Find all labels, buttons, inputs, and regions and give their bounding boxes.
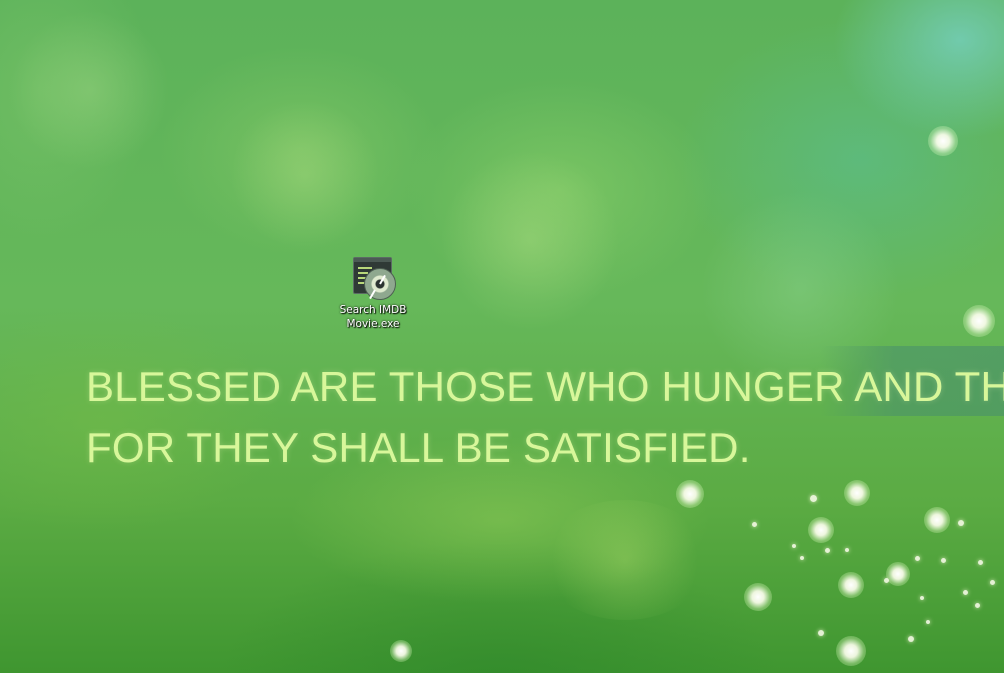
sparkle [928,126,958,156]
sparkle-dot [800,556,804,560]
sparkle [838,572,864,598]
sparkle-dot [920,596,924,600]
sparkle-dot [926,620,930,624]
sparkle [886,562,910,586]
sparkle-dot [908,636,914,642]
sparkle [808,517,834,543]
sparkle [836,636,866,666]
wallpaper-bokeh [440,150,620,330]
verse-line-2: FOR THEY SHALL BE SATISFIED. [86,424,751,471]
sparkle-dot [990,580,995,585]
sparkle-dot [978,560,983,565]
sparkle-dot [975,603,980,608]
disc-shine [379,274,386,285]
wallpaper-bokeh [230,100,380,250]
wallpaper-bokeh [10,10,170,170]
sparkle [844,480,870,506]
sparkle-dot [825,548,830,553]
sparkle-dot [958,520,964,526]
desktop-wallpaper[interactable]: BLESSED ARE THOSE WHO HUNGER AND TH FOR … [0,0,1004,673]
sparkle [744,583,772,611]
disc-graphic [364,268,396,300]
disc-shine [369,289,376,300]
sparkle-dot [915,556,920,561]
sparkle-dot [963,590,968,595]
desktop-icon-label-line-1: Search IMDB [339,304,407,316]
sparkle-dot [752,522,757,527]
desktop-icon-label[interactable]: Search IMDB Movie.exe [334,303,412,331]
sparkle-dot [941,558,946,563]
desktop-icon-label-line-2: Movie.exe [346,318,400,330]
sparkle-dot [845,548,849,552]
sparkle-dot [792,544,796,548]
sparkle [963,305,995,337]
sparkle [390,640,412,662]
sparkle [676,480,704,508]
wallpaper-bokeh [540,500,710,620]
app-window-text-line [358,267,372,269]
sparkle-dot [818,630,824,636]
sparkle-dot [810,495,817,502]
sparkle-dot [884,578,889,583]
desktop-icon-search-imdb-movie[interactable]: Search IMDB Movie.exe [334,254,412,331]
app-window-titlebar [354,258,391,262]
verse-line-1: BLESSED ARE THOSE WHO HUNGER AND TH [86,363,1004,410]
application-disc-icon[interactable] [350,254,396,300]
sparkle [924,507,950,533]
wallpaper-verse: BLESSED ARE THOSE WHO HUNGER AND TH FOR … [86,356,1004,478]
